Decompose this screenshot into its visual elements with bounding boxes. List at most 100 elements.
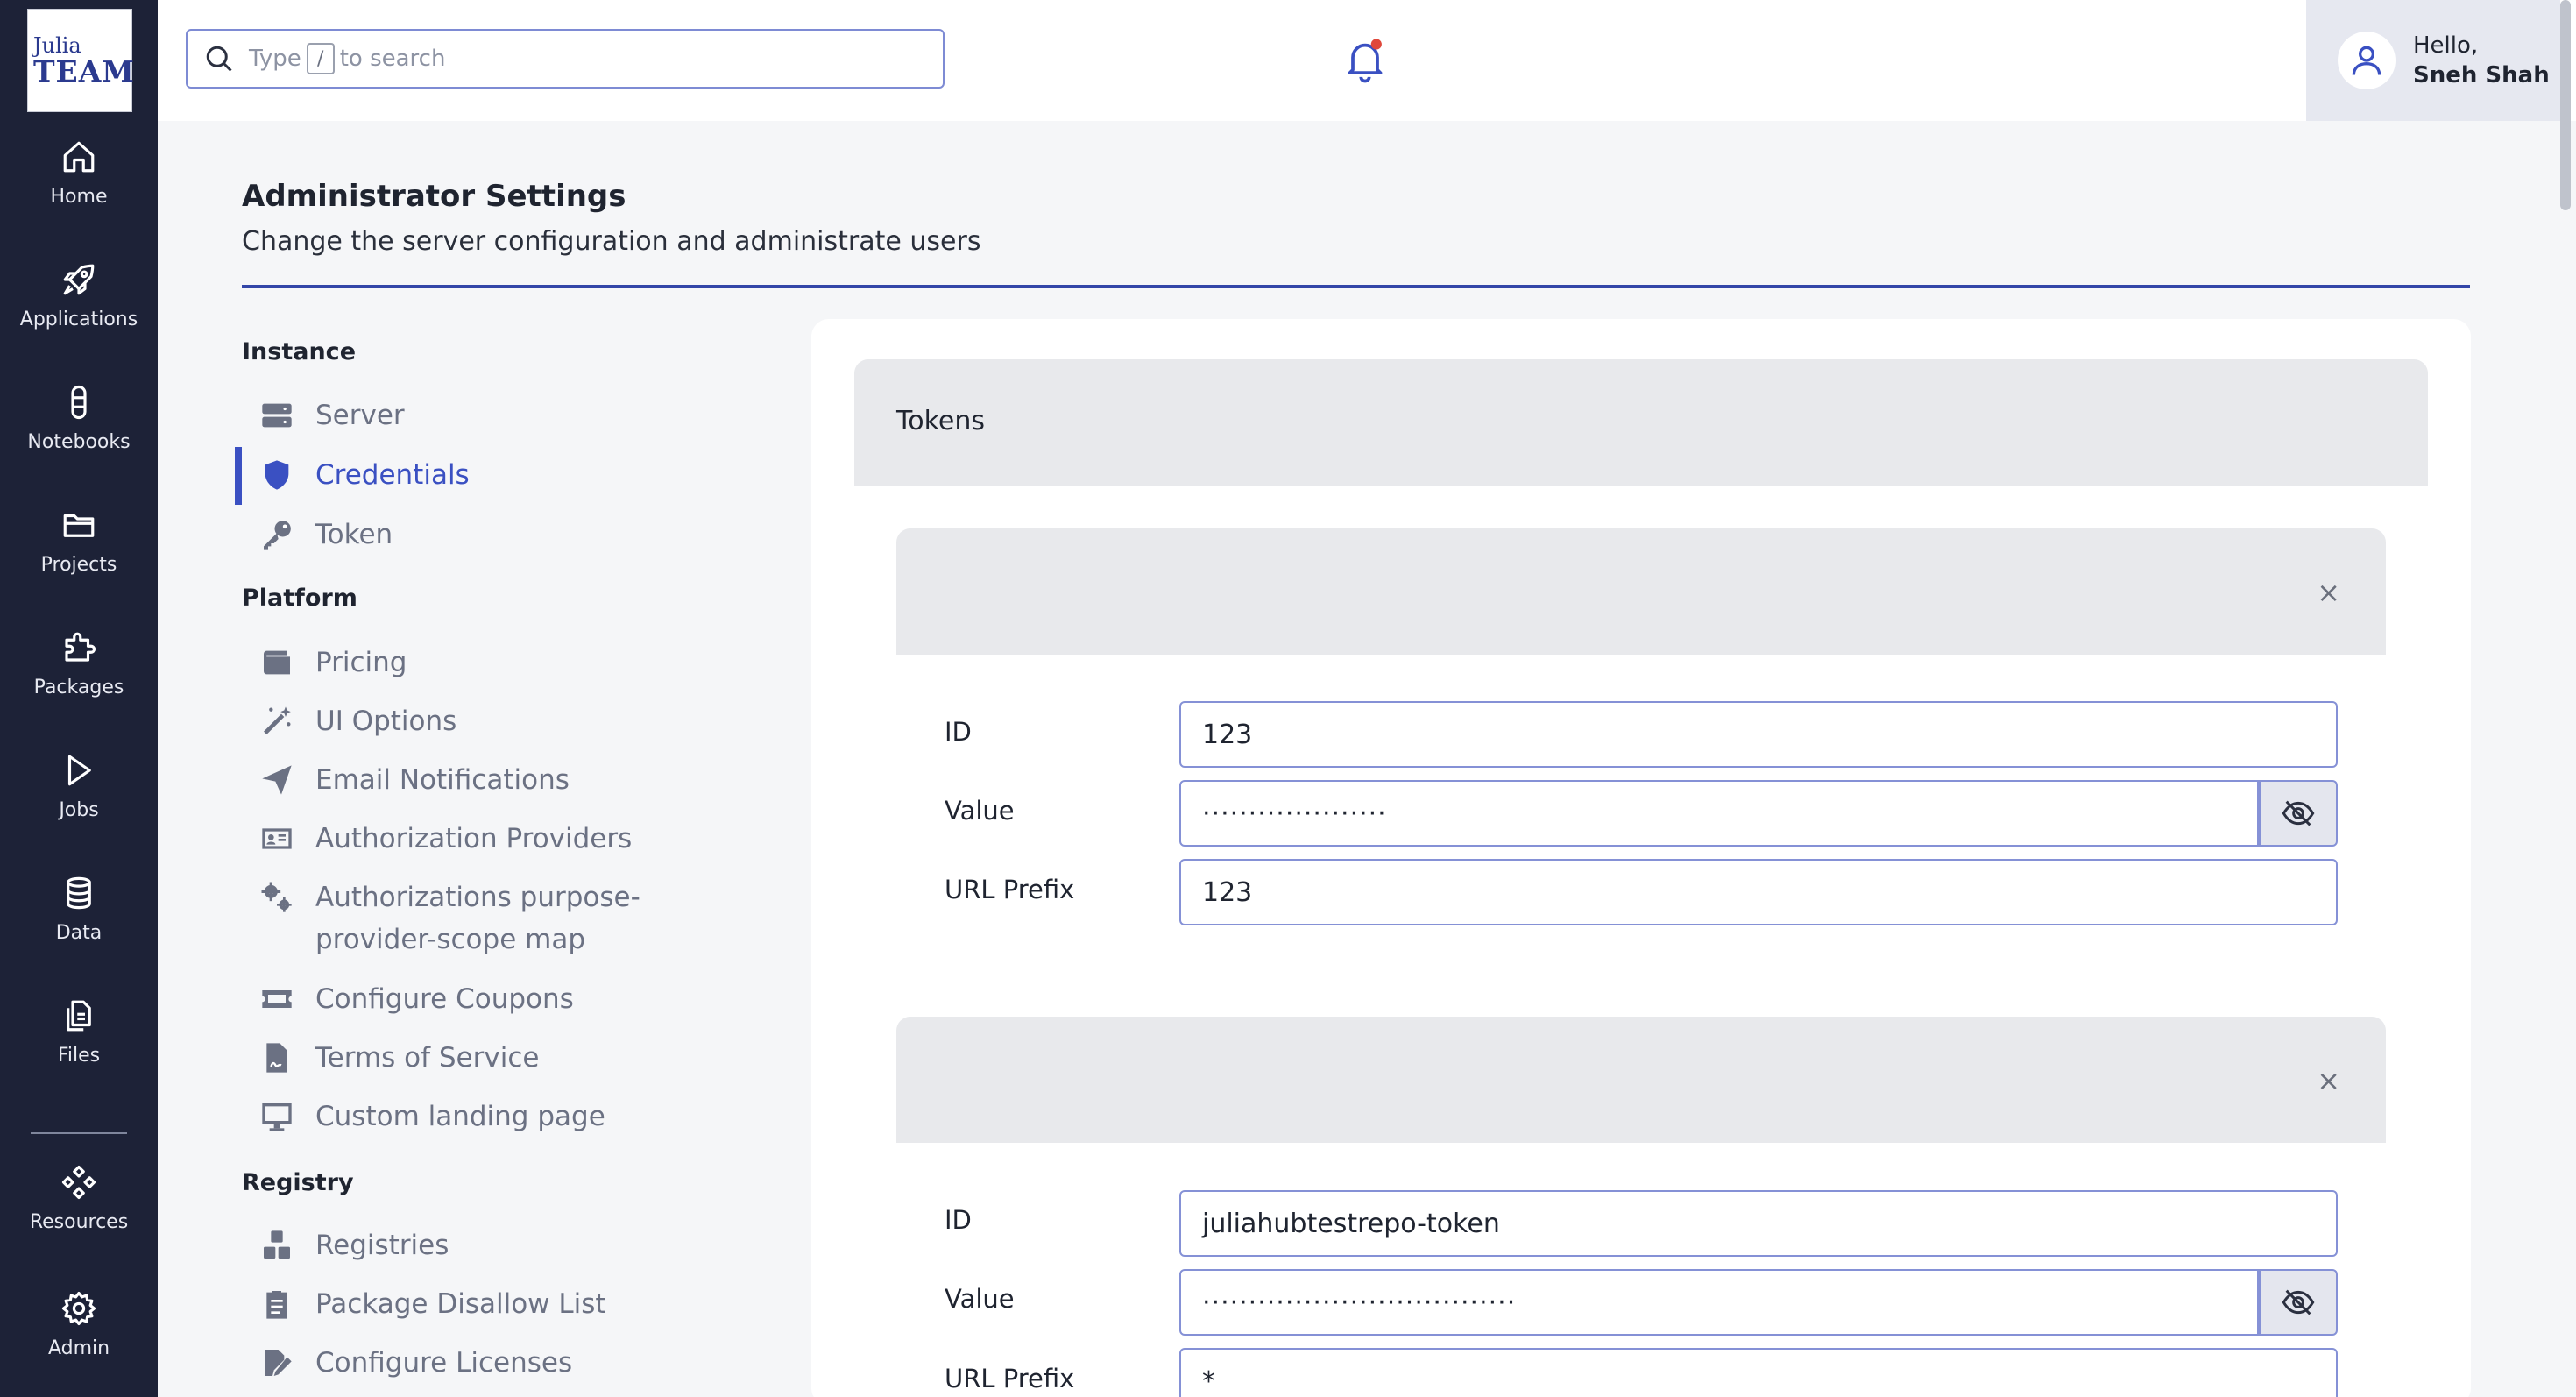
settings-item-credentials[interactable]: Credentials (259, 454, 470, 496)
settings-item-registries[interactable]: Registries (259, 1224, 449, 1266)
eye-slash-icon (2282, 1289, 2315, 1315)
nav-notebooks[interactable]: Notebooks (0, 384, 158, 480)
nav-packages[interactable]: Packages (0, 629, 158, 726)
user-name: Sneh Shah (2413, 62, 2550, 89)
settings-item-label: UI Options (315, 706, 457, 737)
nav-label: Notebooks (27, 431, 131, 453)
token-id-input[interactable]: 123 (1179, 701, 2338, 768)
avatar (2338, 32, 2396, 89)
settings-item-label: Token (315, 519, 393, 550)
token-value-input[interactable]: ···················· (1179, 780, 2259, 847)
settings-item-label: Registries (315, 1230, 449, 1261)
token-url-prefix-input[interactable]: 123 (1179, 859, 2338, 925)
signature-icon (265, 1350, 292, 1376)
token-id-input[interactable]: juliahubtestrepo-token (1179, 1190, 2338, 1257)
field-label-id: ID (945, 1205, 972, 1235)
top-bar: Type / to search Hello, Sneh Shah (158, 0, 2576, 121)
user-greeting: Hello, (2413, 32, 2479, 59)
rocket-icon (63, 264, 95, 295)
settings-item-pricing[interactable]: Pricing (259, 642, 407, 684)
nav-jobs[interactable]: Jobs (0, 752, 158, 848)
search-icon (206, 46, 232, 72)
side-rail: Julia TEAM Home Applications Notebooks P… (0, 0, 158, 1397)
settings-item-authorization-providers[interactable]: Authorization Providers (259, 818, 632, 860)
shield-icon (265, 460, 289, 490)
user-greeting-block: Hello, Sneh Shah (2413, 31, 2550, 90)
files-icon (67, 1000, 91, 1032)
folder-icon (63, 514, 95, 537)
tokens-section-header: Tokens (854, 359, 2428, 486)
nav-label: Applications (19, 308, 138, 330)
settings-item-label: Pricing (315, 647, 407, 678)
settings-item-label: Server (315, 400, 405, 431)
settings-item-package-disallow-list[interactable]: Package Disallow List (259, 1283, 606, 1325)
wallet-icon (264, 650, 290, 675)
server-icon (262, 403, 292, 428)
active-indicator (235, 447, 242, 505)
settings-item-authorizations-map[interactable]: Authorizations purpose-provider-scope ma… (259, 876, 750, 961)
key-icon (264, 521, 291, 550)
settings-item-label: Package Disallow List (315, 1288, 606, 1320)
logo-line-2: TEAM (33, 54, 135, 89)
nav-files[interactable]: Files (0, 997, 158, 1094)
settings-item-label: Authorization Providers (315, 823, 633, 855)
search-placeholder-prefix: Type (249, 46, 301, 72)
search-input[interactable]: Type / to search (186, 29, 945, 89)
database-icon (67, 876, 91, 910)
rail-divider (31, 1132, 127, 1134)
nav-home[interactable]: Home (0, 138, 158, 235)
toggle-visibility-button[interactable] (2259, 780, 2338, 847)
settings-item-label: Configure Licenses (315, 1347, 573, 1379)
notification-bell-icon[interactable] (1341, 35, 1390, 84)
token-url-prefix-input[interactable]: * (1179, 1348, 2338, 1397)
settings-item-configure-licenses[interactable]: Configure Licenses (259, 1342, 572, 1384)
user-menu[interactable]: Hello, Sneh Shah (2306, 0, 2560, 121)
header-divider (242, 285, 2470, 288)
settings-item-custom-landing-page[interactable]: Custom landing page (259, 1096, 605, 1138)
settings-item-server[interactable]: Server (259, 394, 405, 436)
nav-label: Admin (47, 1337, 110, 1359)
gears-icon (261, 882, 292, 912)
nav-applications[interactable]: Applications (0, 261, 158, 358)
contract-icon (266, 1043, 287, 1073)
juliateam-logo[interactable]: Julia TEAM (27, 9, 135, 112)
section-registry: Registry (242, 1169, 354, 1196)
page-title: Administrator Settings (242, 179, 626, 214)
user-icon (2352, 46, 2381, 75)
notebook-icon (71, 385, 87, 420)
resources-icon (61, 1165, 96, 1200)
page-subtitle: Change the server configuration and admi… (242, 226, 981, 257)
nav-label: Files (57, 1045, 101, 1067)
eye-slash-icon (2282, 800, 2315, 826)
field-label-value: Value (945, 1284, 1015, 1314)
field-label-value: Value (945, 796, 1015, 826)
section-instance: Instance (242, 338, 357, 365)
settings-item-terms-of-service[interactable]: Terms of Service (259, 1037, 539, 1079)
field-label-url-prefix: URL Prefix (945, 1364, 1075, 1393)
settings-item-configure-coupons[interactable]: Configure Coupons (259, 978, 574, 1020)
settings-item-ui-options[interactable]: UI Options (259, 700, 456, 742)
search-placeholder-suffix: to search (339, 46, 446, 72)
settings-item-email-notifications[interactable]: Email Notifications (259, 759, 570, 801)
page-scrollbar[interactable] (2560, 0, 2571, 210)
close-icon[interactable]: × (2317, 1064, 2340, 1097)
nav-resources[interactable]: Resources (0, 1164, 158, 1260)
puzzle-icon (65, 632, 96, 662)
id-card-icon (262, 828, 292, 849)
nav-projects[interactable]: Projects (0, 507, 158, 603)
settings-item-label: Email Notifications (315, 764, 570, 796)
nav-data[interactable]: Data (0, 875, 158, 971)
search-shortcut-key: / (306, 43, 335, 74)
field-label-url-prefix: URL Prefix (945, 875, 1075, 904)
settings-item-token[interactable]: Token (259, 514, 393, 556)
toggle-visibility-button[interactable] (2259, 1269, 2338, 1336)
close-icon[interactable]: × (2317, 576, 2340, 609)
nav-admin[interactable]: Admin (0, 1290, 158, 1386)
token-card-header: × (896, 528, 2386, 655)
nav-label: Packages (33, 677, 124, 698)
token-value-input[interactable]: ·································· (1179, 1269, 2259, 1336)
paper-plane-icon (262, 765, 292, 795)
monitor-icon (262, 1103, 292, 1131)
settings-item-label: Custom landing page (315, 1101, 605, 1132)
settings-item-label: Configure Coupons (315, 983, 574, 1015)
